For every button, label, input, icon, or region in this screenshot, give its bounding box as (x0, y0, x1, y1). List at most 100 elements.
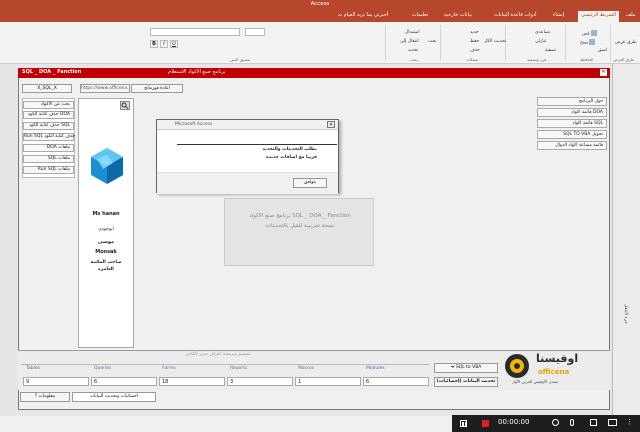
x-sql-button[interactable]: X_SQL_X (22, 84, 72, 93)
group-sort-filter-label: فرز وتصفية (527, 57, 547, 62)
replace-button[interactable]: استبدال (405, 30, 420, 35)
delete-record-button[interactable]: حذف (470, 48, 480, 53)
sql-to-vba-button[interactable]: SQL TO VBA تحويل (537, 130, 607, 139)
stop-icon[interactable] (482, 420, 489, 427)
paste-button[interactable]: لصق (598, 48, 607, 53)
italic-icon[interactable]: I (160, 40, 168, 48)
tables-label: Tables (26, 366, 40, 371)
dialog-ok-button[interactable]: موافق (293, 178, 327, 188)
dialog-title: Microsoft Access (175, 122, 213, 127)
sql-to-vba-bottom-button[interactable]: ➜ SQL to VBA (434, 363, 498, 373)
app-title: Access (310, 1, 330, 7)
dialog-message-1: بطلب التحديثات والتجديد (262, 147, 317, 152)
tables-count: 9 (23, 377, 89, 386)
select-button[interactable]: تحديد (408, 48, 418, 53)
dialog-titlebar: Microsoft Access ✕ (157, 120, 338, 130)
cut-button[interactable]: قص (582, 30, 597, 37)
delete-run-sql-button[interactable]: Run SQL حذف كتابة الكود (23, 133, 75, 141)
pause-icon[interactable] (460, 420, 467, 427)
modules-label: Modules (366, 366, 385, 371)
group-find-label: بحث (410, 57, 418, 62)
profile-name2: موسى (97, 239, 115, 245)
navigation-pane[interactable]: جزء التنقل (612, 64, 640, 416)
delete-sql-button[interactable]: حذف كتابة الكود SQL (23, 122, 74, 130)
reformat-button[interactable]: اعادة فورماتج (131, 84, 183, 93)
profile-panel: Ms hanan ابوخودي موسى Moosak صاحب المكتب… (78, 98, 134, 348)
message-dialog: Microsoft Access ✕ بطلب التحديثات والتجد… (156, 119, 339, 194)
tab-home[interactable]: الشريط الرئيسي (578, 11, 620, 22)
microphone-icon[interactable] (570, 419, 574, 426)
new-record-button[interactable]: جديد (470, 30, 479, 35)
queries-label: Queries (94, 366, 112, 371)
reports-label: Reports (230, 366, 248, 371)
search-codes-button[interactable]: بحث عن الاكواد (23, 101, 74, 109)
macros-count: 1 (295, 377, 361, 386)
group-records-label: سجلات (466, 57, 479, 62)
dialog-close-icon[interactable]: ✕ (327, 121, 335, 128)
font-name-box[interactable] (150, 28, 240, 36)
doa-codes-list-button[interactable]: قائمة اكواد DOA (537, 108, 607, 117)
forms-label: Forms (162, 366, 176, 371)
tab-help[interactable]: تعليمات (412, 12, 428, 18)
bold-icon[interactable]: B (150, 40, 158, 48)
officena-link[interactable]: https://www.officena.net (80, 84, 130, 93)
screen-recorder-bar: 00:00:00 ⋮ (452, 415, 640, 432)
officena-logo: اوفيسنا officena منتدى الأوفيس العربي ال… (500, 350, 595, 390)
queries-count: 6 (91, 377, 157, 386)
form-title-center: برنامج صنع الاكواد الاستعلام (168, 69, 226, 75)
settings-icon[interactable] (608, 419, 617, 426)
tab-external-data[interactable]: بيانات خارجية (444, 12, 472, 18)
update-data-button[interactable]: تحديث البيانات (إحصائيات) (434, 377, 498, 387)
delete-doa-button[interactable]: حذف كتابة الكود DOA (23, 111, 74, 119)
search-icon[interactable] (120, 101, 130, 110)
left-menu: بحث عن الاكواد حذف كتابة الكود DOA حذف ك… (22, 98, 75, 178)
tab-info[interactable]: معلومات ؟ (20, 392, 70, 402)
tab-database-tools[interactable]: أدوات قاعدة البيانات (494, 12, 537, 18)
find-button[interactable]: بحث (428, 39, 437, 44)
modules-count: 6 (363, 377, 429, 386)
doa-files-button[interactable]: DOA ملفات (23, 144, 74, 152)
webcam-icon[interactable] (552, 419, 559, 426)
copy-icon (589, 39, 596, 45)
ascending-button[interactable]: تصاعدي (535, 30, 550, 35)
stats-notice: تمسبم وبرمجة أعراف مدير الكادي (185, 352, 251, 357)
dialog-message-2: قريبا مع اضافات جديدة (265, 155, 317, 160)
right-menu: حول البرنامج قائمة اكواد DOA قائمة اكواد… (537, 97, 607, 157)
tab-file[interactable]: ملف (626, 12, 636, 18)
group-views-label: طرق العرض (613, 57, 635, 62)
form-header: SQL _ DOA _ Fanction برنامج صنع الاكواد … (18, 68, 610, 78)
copy-button[interactable]: نسخ (580, 39, 596, 46)
about-program-button[interactable]: حول البرنامج (537, 97, 607, 106)
goto-button[interactable]: انتقال إلى (400, 39, 419, 44)
logo-brand-en: officena (538, 368, 570, 376)
form-close-icon[interactable]: ✕ (600, 69, 607, 76)
underline-icon[interactable]: U (170, 40, 178, 48)
sql-codes-list-button[interactable]: قائمة اكواد SQL (537, 119, 607, 128)
profile-role: صاحب المكتبة العامرة (90, 260, 122, 272)
view-button[interactable]: طرق عرض (615, 40, 637, 45)
run-sql-files-button[interactable]: Run SQL ملفات (23, 166, 74, 174)
draw-icon[interactable] (590, 419, 597, 426)
nav-pane-label: جزء التنقل (623, 304, 628, 324)
tell-me-search[interactable]: أخبرني بما تريد القيام به (338, 12, 388, 18)
scissors-icon (590, 30, 597, 36)
filter-button[interactable]: تصفية (545, 48, 556, 53)
more-icon[interactable]: ⋮ (626, 418, 633, 426)
refresh-all-button[interactable]: تحديث الكل (484, 39, 506, 44)
ribbon-tabs: ملف الشريط الرئيسي إنشاء أدوات قاعدة الب… (0, 10, 640, 22)
group-text-format-label: تنسيق النص (230, 57, 251, 62)
logo-brand: اوفيسنا (536, 352, 579, 365)
sql-files-button[interactable]: SQL ملفات (23, 155, 74, 163)
tab-create[interactable]: إنشاء (553, 12, 564, 18)
font-size-box[interactable] (245, 28, 265, 36)
descending-button[interactable]: تنازلي (535, 39, 546, 44)
status-bar (0, 416, 452, 432)
ribbon: طرق عرض قص نسخ لصق تصاعدي تنازلي تصفية ج… (0, 22, 640, 64)
functions-list-button[interactable]: قائمة مشاعة اكواد الدوال (537, 141, 607, 150)
group-clipboard-label: الحافظة (580, 57, 594, 62)
form-title-left: SQL _ DOA _ Fanction (22, 69, 82, 75)
reports-count: 3 (227, 377, 293, 386)
save-record-button[interactable]: حفظ (470, 39, 479, 44)
profile-line2: ابوخودي (98, 227, 114, 232)
tab-stats-update[interactable]: احصائيات وتحديث البيانات (72, 392, 156, 402)
